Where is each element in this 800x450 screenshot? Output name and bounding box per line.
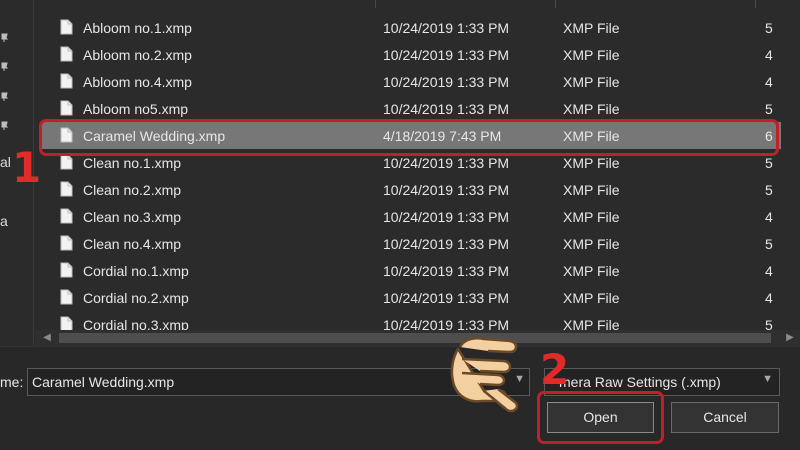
- file-date: 10/24/2019 1:33 PM: [383, 182, 510, 198]
- file-date: 10/24/2019 1:33 PM: [383, 236, 510, 252]
- file-date: 10/24/2019 1:33 PM: [383, 74, 510, 90]
- file-icon: [60, 19, 73, 35]
- pin-icon: [1, 92, 8, 101]
- file-size: 5: [765, 182, 773, 198]
- chevron-down-icon[interactable]: ▼: [762, 373, 773, 385]
- file-size: 4: [765, 47, 773, 63]
- file-size: 4: [765, 209, 773, 225]
- file-row[interactable]: Clean no.3.xmp 10/24/2019 1:33 PM XMP File…: [35, 203, 800, 230]
- file-size: 5: [765, 317, 773, 330]
- pin-icon: [1, 121, 8, 130]
- filename-value: Caramel Wedding.xmp: [32, 374, 175, 390]
- file-row[interactable]: Abloom no5.xmp 10/24/2019 1:33 PM XMP File…: [35, 95, 800, 122]
- file-icon: [60, 316, 73, 330]
- file-date: 10/24/2019 1:33 PM: [383, 290, 510, 306]
- file-icon: [60, 73, 73, 89]
- step1-highlight-box: [39, 119, 779, 156]
- file-icon: [60, 289, 73, 305]
- file-size: 5: [765, 101, 773, 117]
- filetype-value: mera Raw Settings (.xmp): [559, 374, 721, 390]
- file-date: 10/24/2019 1:33 PM: [383, 20, 510, 36]
- file-icon: [60, 46, 73, 62]
- file-type: XMP File: [563, 182, 620, 198]
- file-icon: [60, 100, 73, 116]
- horizontal-scrollbar[interactable]: ◀ ▶: [35, 330, 800, 346]
- file-icon: [60, 235, 73, 251]
- file-icon: [60, 208, 73, 224]
- file-row[interactable]: Cordial no.1.xmp 10/24/2019 1:33 PM XMP Fi…: [35, 257, 800, 284]
- file-date: 10/24/2019 1:33 PM: [383, 47, 510, 63]
- file-type: XMP File: [563, 236, 620, 252]
- file-name: Abloom no.4.xmp: [83, 74, 192, 90]
- file-size: 4: [765, 74, 773, 90]
- file-size: 4: [765, 290, 773, 306]
- file-name: Abloom no5.xmp: [83, 101, 189, 117]
- nav-item-label[interactable]: al: [0, 154, 11, 170]
- file-size: 5: [765, 236, 773, 252]
- file-name: Clean no.2.xmp: [83, 182, 182, 198]
- file-row[interactable]: Abloom no.2.xmp 10/24/2019 1:33 PM XMP Fil…: [35, 41, 800, 68]
- file-icon: [60, 154, 73, 170]
- file-icon: [60, 181, 73, 197]
- file-date: 10/24/2019 1:33 PM: [383, 263, 510, 279]
- file-name: Abloom no.1.xmp: [83, 20, 192, 36]
- step2-number: 2: [540, 345, 570, 394]
- file-name: Clean no.1.xmp: [83, 155, 182, 171]
- file-date: 10/24/2019 1:33 PM: [383, 155, 510, 171]
- file-row[interactable]: Abloom no.4.xmp 10/24/2019 1:33 PM XMP Fil…: [35, 68, 800, 95]
- nav-item-label[interactable]: a: [0, 213, 8, 229]
- dialog-footer: me: Caramel Wedding.xmp ▼ mera Raw Setti…: [0, 346, 800, 450]
- cancel-button[interactable]: Cancel: [671, 402, 779, 433]
- file-type: XMP File: [563, 155, 620, 171]
- file-name: Abloom no.2.xmp: [83, 47, 192, 63]
- file-list[interactable]: Abloom no.1.xmp 10/24/2019 1:33 PM XMP Fil…: [35, 0, 800, 330]
- file-name: Clean no.3.xmp: [83, 209, 182, 225]
- file-date: 10/24/2019 1:33 PM: [383, 209, 510, 225]
- file-name: Clean no.4.xmp: [83, 236, 182, 252]
- file-row[interactable]: Abloom no.1.xmp 10/24/2019 1:33 PM XMP Fil…: [35, 14, 800, 41]
- filename-label: me:: [0, 374, 24, 390]
- file-name: Cordial no.3.xmp: [83, 317, 189, 330]
- file-name: Cordial no.2.xmp: [83, 290, 189, 306]
- scrollbar-thumb[interactable]: [59, 333, 771, 343]
- file-size: 4: [765, 263, 773, 279]
- file-size: 5: [765, 155, 773, 171]
- scroll-left-icon[interactable]: ◀: [39, 330, 55, 346]
- file-row[interactable]: Clean no.4.xmp 10/24/2019 1:33 PM XMP File…: [35, 230, 800, 257]
- file-type: XMP File: [563, 20, 620, 36]
- file-date: 10/24/2019 1:33 PM: [383, 101, 510, 117]
- file-row[interactable]: Cordial no.3.xmp 10/24/2019 1:33 PM XMP Fi…: [35, 311, 800, 330]
- pin-icon: [1, 33, 8, 42]
- file-type: XMP File: [563, 290, 620, 306]
- file-type: XMP File: [563, 263, 620, 279]
- scroll-right-icon[interactable]: ▶: [782, 330, 798, 346]
- file-type: XMP File: [563, 101, 620, 117]
- file-row[interactable]: Cordial no.2.xmp 10/24/2019 1:33 PM XMP Fi…: [35, 284, 800, 311]
- file-type: XMP File: [563, 74, 620, 90]
- pin-icon: [1, 62, 8, 71]
- file-name: Cordial no.1.xmp: [83, 263, 189, 279]
- column-header-dividers: [35, 0, 800, 8]
- step2-highlight-box: [537, 391, 664, 444]
- file-type: XMP File: [563, 47, 620, 63]
- pointing-hand-icon: [440, 323, 540, 423]
- step1-number: 1: [12, 143, 42, 192]
- file-type: XMP File: [563, 317, 620, 330]
- file-size: 5: [765, 20, 773, 36]
- file-type: XMP File: [563, 209, 620, 225]
- file-icon: [60, 262, 73, 278]
- file-row[interactable]: Clean no.2.xmp 10/24/2019 1:33 PM XMP File…: [35, 176, 800, 203]
